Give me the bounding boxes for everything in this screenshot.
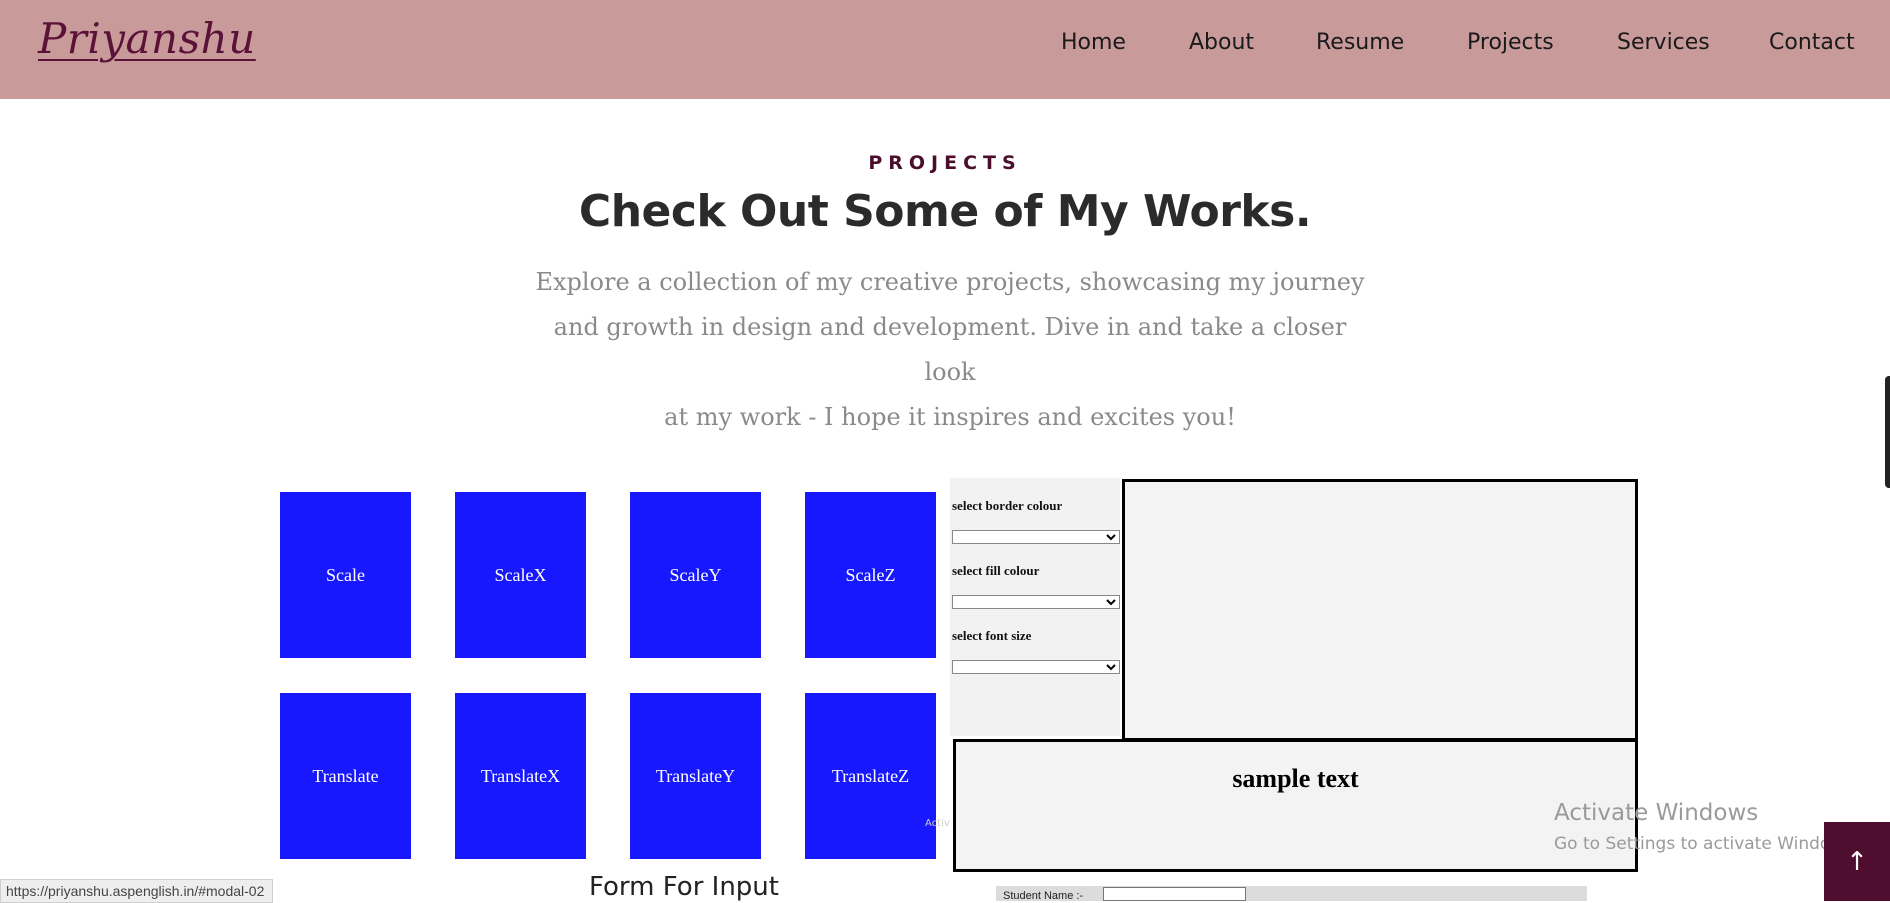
fill-colour-label: select fill colour bbox=[952, 563, 1040, 578]
activate-windows-watermark: Activate Windows Go to Settings to activ… bbox=[1554, 800, 1859, 854]
translate-box[interactable]: Translate bbox=[280, 693, 411, 859]
status-bar-url: https://priyanshu.aspenglish.in/#modal-0… bbox=[0, 879, 274, 903]
font-size-label: select font size bbox=[952, 628, 1032, 643]
scalex-box[interactable]: ScaleX bbox=[455, 492, 586, 658]
nav-contact[interactable]: Contact bbox=[1769, 30, 1855, 55]
form-title: Form For Input bbox=[589, 872, 779, 902]
fill-colour-select[interactable] bbox=[952, 595, 1120, 609]
watermark-title: Activate Windows bbox=[1554, 800, 1759, 826]
border-colour-label: select border colour bbox=[952, 498, 1063, 513]
arrow-up-icon: ↑ bbox=[1846, 846, 1868, 877]
style-controls-panel: select border colour select fill colour … bbox=[950, 478, 1120, 736]
watermark-subtitle: Go to Settings to activate Windows. bbox=[1554, 834, 1859, 854]
form-row bbox=[996, 886, 1587, 901]
scale-box[interactable]: Scale bbox=[280, 492, 411, 658]
preview-canvas bbox=[1122, 479, 1638, 741]
nav-projects[interactable]: Projects bbox=[1467, 30, 1554, 55]
sample-text: sample text bbox=[1232, 764, 1359, 793]
site-logo[interactable]: Priyanshu bbox=[38, 14, 256, 63]
section-intro: Explore a collection of my creative proj… bbox=[535, 260, 1365, 440]
translatey-box[interactable]: TranslateY bbox=[630, 693, 761, 859]
nav-services[interactable]: Services bbox=[1617, 30, 1710, 55]
intro-line: Explore a collection of my creative proj… bbox=[535, 268, 1365, 296]
nav-resume[interactable]: Resume bbox=[1316, 30, 1404, 55]
nav-about[interactable]: About bbox=[1189, 30, 1254, 55]
student-name-input[interactable] bbox=[1103, 887, 1246, 901]
nav-home[interactable]: Home bbox=[1061, 30, 1126, 55]
translatex-box[interactable]: TranslateX bbox=[455, 693, 586, 859]
section-title: Check Out Some of My Works. bbox=[578, 186, 1312, 237]
sample-text-box: sample text bbox=[953, 739, 1638, 872]
back-to-top-button[interactable]: ↑ bbox=[1824, 822, 1890, 901]
intro-line: and growth in design and development. Di… bbox=[553, 313, 1347, 386]
translatez-box[interactable]: TranslateZ bbox=[805, 693, 936, 859]
student-name-label: Student Name :- bbox=[1003, 890, 1084, 902]
section-eyebrow: PROJECTS bbox=[868, 152, 1022, 174]
intro-line: at my work - I hope it inspires and exci… bbox=[664, 403, 1236, 431]
faint-watermark-fragment: Activ bbox=[925, 818, 950, 829]
font-size-select[interactable] bbox=[952, 660, 1120, 674]
border-colour-select[interactable] bbox=[952, 530, 1120, 544]
side-scroll-handle[interactable] bbox=[1885, 376, 1890, 488]
scaley-box[interactable]: ScaleY bbox=[630, 492, 761, 658]
site-header: Priyanshu Home About Resume Projects Ser… bbox=[0, 0, 1890, 99]
scalez-box[interactable]: ScaleZ bbox=[805, 492, 936, 658]
